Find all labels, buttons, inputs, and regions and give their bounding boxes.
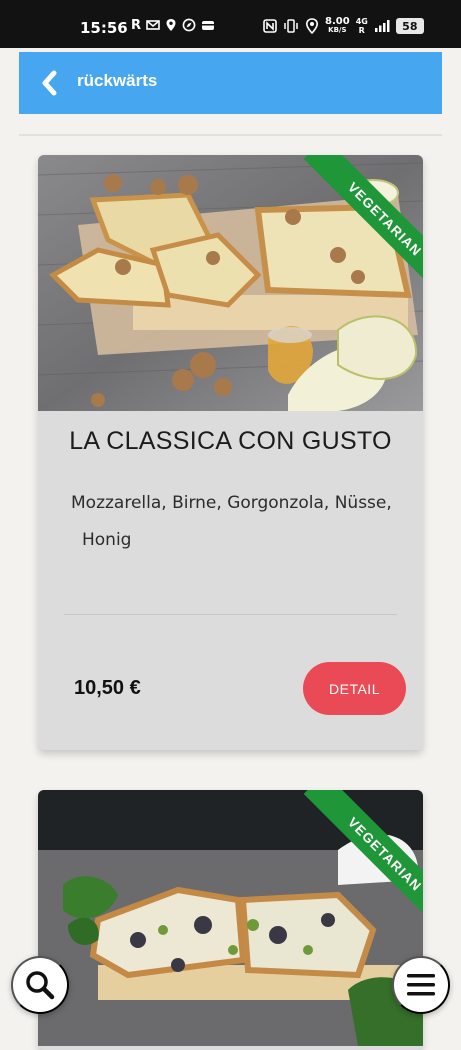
vibrate-icon (284, 19, 298, 33)
product-image: VEGETARIAN (38, 790, 423, 1046)
status-time: 15:56 (80, 19, 128, 37)
chevron-left-icon[interactable] (39, 69, 59, 97)
product-card: VEGETARIAN LA CLASSICA CON GUSTO Mozzare… (38, 155, 423, 750)
status-bar: 15:56 R 8.00 KB/S 4G R 58 (0, 0, 461, 48)
back-label[interactable]: rückwärts (77, 71, 157, 91)
signal-icon (374, 20, 390, 32)
r-icon: R (131, 18, 142, 33)
product-card: VEGETARIAN (38, 790, 423, 1050)
product-ingredients: Mozzarella, Birne, Gorgonzola, Nüsse, Ho… (71, 485, 396, 559)
search-icon (26, 971, 55, 1000)
search-button[interactable] (11, 956, 69, 1014)
status-right-icons: 8.00 KB/S 4G R 58 (263, 17, 424, 35)
network-speed: 8.00 KB/S (325, 16, 350, 35)
ingredients-line: Mozzarella, Birne, Gorgonzola, Nüsse, (71, 493, 392, 513)
product-price: 10,50 € (74, 677, 141, 699)
battery-indicator: 58 (395, 18, 424, 34)
mail-icon (146, 20, 160, 30)
wallet-icon (202, 21, 215, 30)
product-image: VEGETARIAN (38, 155, 423, 411)
nfc-icon (263, 19, 277, 33)
product-name: LA CLASSICA CON GUSTO (69, 427, 392, 455)
detail-button[interactable]: DETAIL (303, 662, 406, 715)
compass-icon (182, 18, 196, 32)
status-left-icons: R (131, 18, 215, 33)
menu-button[interactable] (392, 956, 450, 1014)
header-divider (19, 134, 442, 136)
menu-icon (407, 974, 435, 996)
location-icon (305, 18, 319, 34)
back-bar[interactable]: rückwärts (19, 52, 442, 114)
location-icon (166, 19, 176, 31)
ingredients-line: Honig (82, 530, 132, 550)
network-type: 4G R (355, 17, 368, 35)
card-divider (64, 614, 397, 615)
